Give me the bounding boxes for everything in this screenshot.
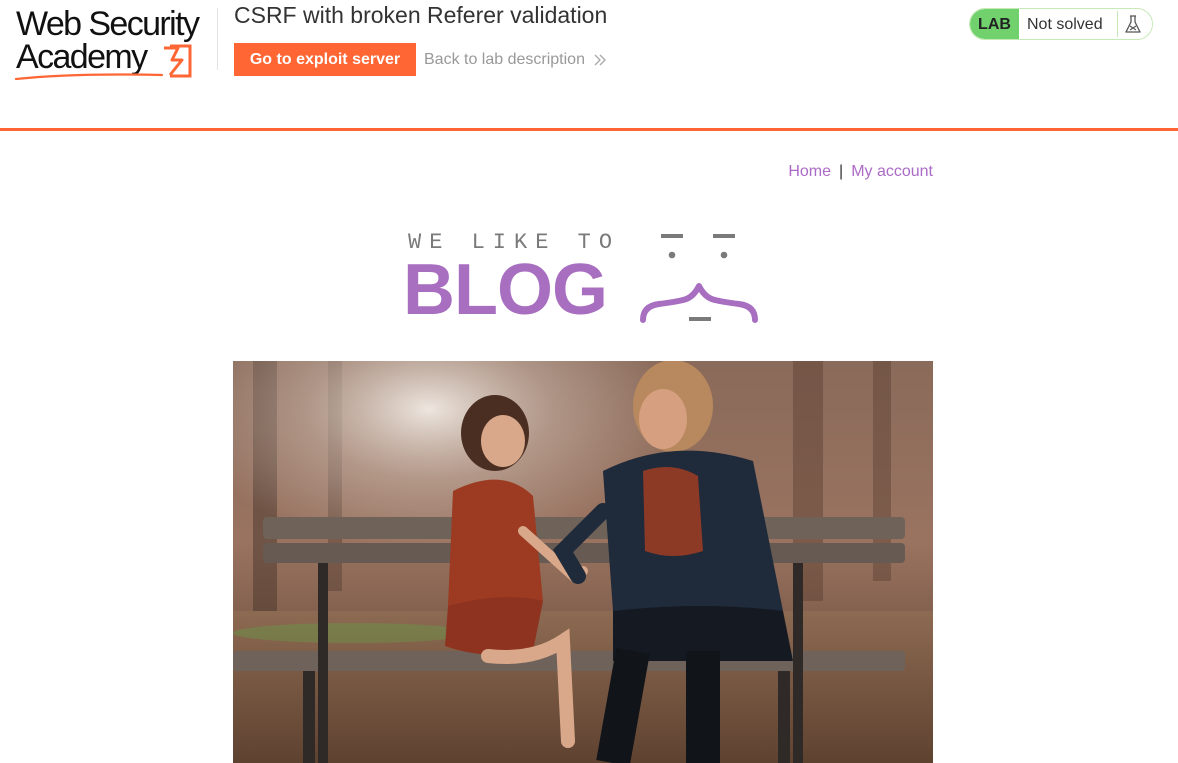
curly-brace-face-icon (640, 234, 758, 323)
header-divider (217, 8, 218, 70)
nav-home-link[interactable]: Home (788, 163, 831, 180)
blog-banner: WE LIKE TO BLOG (403, 228, 765, 330)
post-photo (233, 361, 933, 763)
go-to-exploit-server-button[interactable]: Go to exploit server (234, 43, 416, 76)
academy-header: Web Security Academy CSRF with broken Re… (0, 0, 1178, 131)
lab-status-label: LAB (970, 9, 1019, 39)
back-link-label: Back to lab description (424, 51, 585, 68)
lab-status-separator (1117, 11, 1118, 37)
logo-underline (14, 73, 164, 81)
back-to-lab-description-link[interactable]: Back to lab description (424, 48, 607, 72)
lab-status-text: Not solved (1027, 16, 1103, 33)
flask-icon (1125, 15, 1141, 33)
nav-my-account-link[interactable]: My account (851, 163, 933, 180)
lightning-bracket-icon (164, 44, 192, 78)
double-chevron-right-icon (594, 54, 606, 66)
web-security-academy-logo[interactable]: Web Security Academy (14, 5, 218, 81)
logo-text-line1: Web Security (16, 5, 200, 43)
nav-separator: | (839, 163, 844, 180)
lab-title: CSRF with broken Referer validation (234, 2, 608, 28)
banner-word: BLOG (403, 250, 608, 330)
blog-post-image[interactable] (233, 361, 933, 763)
top-nav: Home | My account (700, 161, 933, 183)
lab-status-widget: LAB Not solved (969, 8, 1153, 40)
